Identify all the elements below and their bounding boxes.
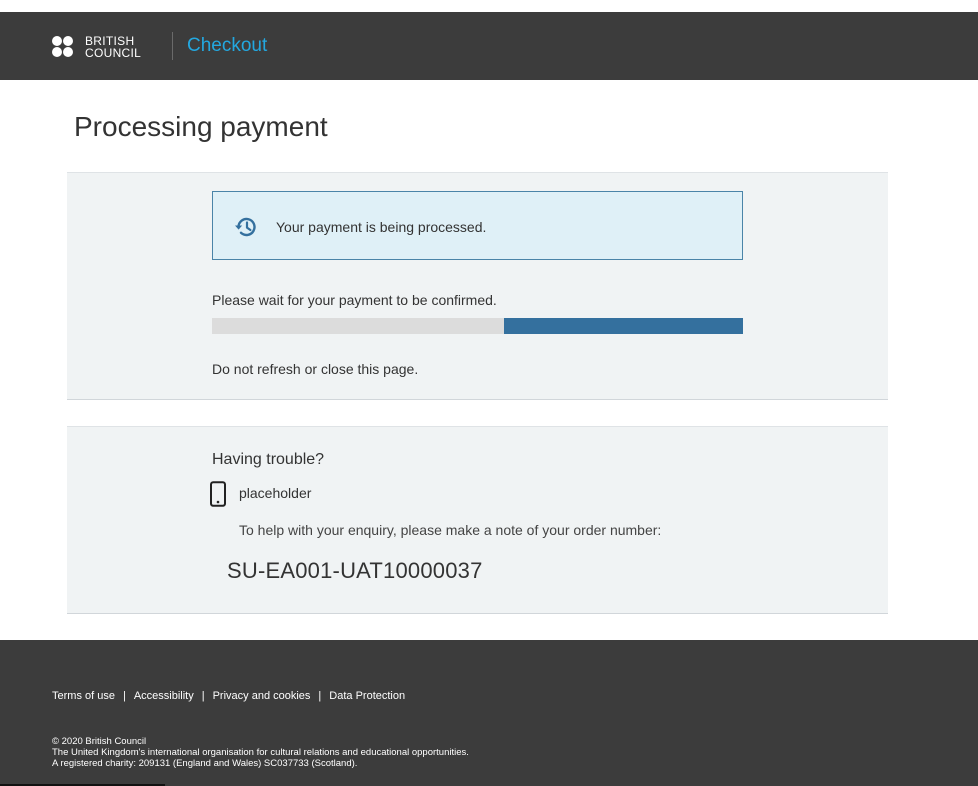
progress-bar-fill	[504, 318, 743, 334]
footer-link-privacy[interactable]: Privacy and cookies	[213, 689, 311, 703]
history-icon	[235, 217, 256, 237]
british-council-logo[interactable]: BRITISH COUNCIL	[52, 34, 172, 60]
refresh-warning: Do not refresh or close this page.	[212, 361, 419, 377]
page-title: Processing payment	[74, 111, 328, 142]
logo-text: BRITISH COUNCIL	[85, 35, 175, 59]
wait-message: Please wait for your payment to be confi…	[212, 292, 497, 308]
footer-charity: A registered charity: 209131 (England an…	[52, 758, 358, 769]
phone-contact[interactable]: placeholder	[239, 484, 311, 502]
footer-separator: |	[201, 690, 205, 702]
status-alert: Your payment is being processed.	[212, 191, 743, 260]
top-strip	[0, 0, 978, 12]
header-divider	[172, 32, 173, 60]
footer-separator: |	[122, 690, 126, 702]
footer-link-data-protection[interactable]: Data Protection	[329, 689, 405, 703]
help-panel: Having trouble? placeholder To help with…	[67, 426, 888, 614]
order-number: SU-EA001-UAT10000037	[227, 558, 483, 583]
mobile-phone-icon	[210, 481, 226, 507]
enquiry-instruction: To help with your enquiry, please make a…	[239, 522, 662, 538]
footer-separator: |	[318, 690, 322, 702]
status-message: Your payment is being processed.	[276, 219, 487, 235]
footer-description: The United Kingdom's international organ…	[52, 747, 469, 758]
checkout-page: BRITISH COUNCIL Checkout Processing paym…	[0, 0, 978, 786]
footer-link-terms[interactable]: Terms of use	[52, 689, 115, 703]
footer-copyright: © 2020 British Council	[52, 736, 147, 747]
logo-dots-icon	[52, 36, 82, 58]
site-header: BRITISH COUNCIL Checkout	[0, 12, 978, 80]
footer-legal: © 2020 British Council The United Kingdo…	[52, 736, 852, 769]
footer-link-accessibility[interactable]: Accessibility	[134, 689, 194, 703]
header-title: Checkout	[187, 35, 268, 56]
logo-line-2: COUNCIL	[85, 46, 142, 60]
site-footer: Terms of use | Accessibility | Privacy a…	[0, 640, 978, 786]
processing-panel: Your payment is being processed. Please …	[67, 172, 888, 400]
footer-links: Terms of use | Accessibility | Privacy a…	[52, 688, 405, 704]
payment-progress-bar	[212, 318, 743, 334]
help-heading: Having trouble?	[212, 451, 325, 468]
